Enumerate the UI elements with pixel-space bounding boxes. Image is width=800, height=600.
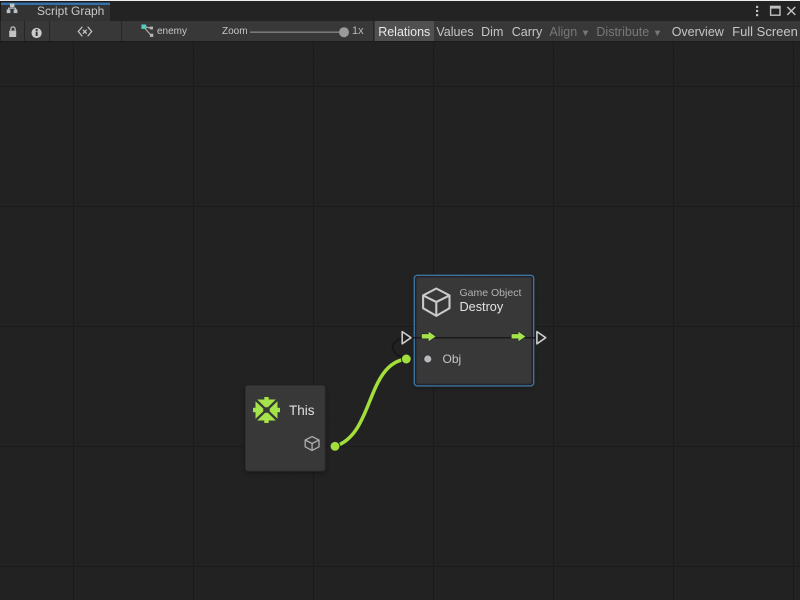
svg-text:This: This [289, 403, 315, 418]
svg-text:Game Object: Game Object [460, 287, 522, 299]
svg-text:Destroy: Destroy [460, 300, 504, 314]
svg-text:Obj: Obj [443, 352, 462, 366]
